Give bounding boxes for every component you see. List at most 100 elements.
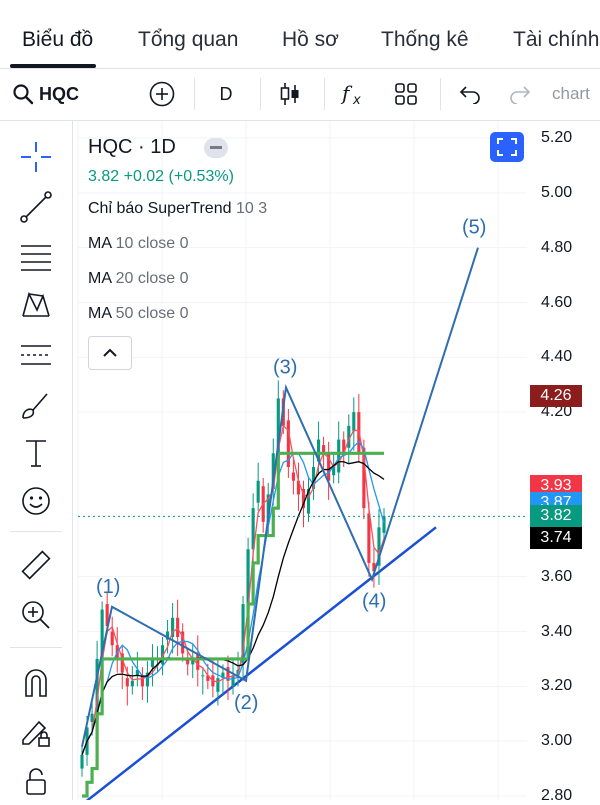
candle [362, 439, 366, 520]
price-label: 3.74 [530, 527, 582, 550]
candle [80, 746, 84, 777]
candle [317, 421, 321, 476]
chart-toolbar: HQC D fx chart [0, 68, 600, 121]
legend-price-line: 3.82 +0.02 (+0.53%) [88, 168, 234, 186]
svg-text:x: x [352, 93, 361, 107]
candle [85, 715, 89, 766]
wave-label: (3) [273, 356, 297, 378]
price-tick: 4.80 [541, 238, 573, 256]
indicator-name: MA [88, 270, 112, 287]
legend-indicator-ma20[interactable]: MA 20 close 0 [88, 270, 189, 288]
support-trendline [85, 526, 437, 800]
candle [322, 436, 326, 470]
projection-icon[interactable] [16, 335, 56, 375]
candle [110, 616, 114, 657]
grid-icon [395, 83, 417, 105]
candle [115, 627, 119, 673]
candle [90, 698, 94, 736]
symbol-search-button[interactable]: HQC [12, 78, 92, 110]
candle [271, 438, 275, 506]
candle [352, 397, 356, 451]
tab-statistics[interactable]: Thống kê [381, 28, 469, 52]
trend-line-icon[interactable] [16, 187, 56, 227]
lock-pencil-icon[interactable] [16, 713, 56, 753]
candle [281, 390, 285, 435]
interval-button[interactable]: D [210, 78, 242, 110]
indicator-name: MA [88, 305, 112, 322]
legend-indicator-supertrend[interactable]: Chỉ báo SuperTrend 10 3 [88, 200, 267, 218]
layouts-button[interactable] [390, 78, 422, 110]
candle [216, 660, 220, 706]
add-symbol-button[interactable] [146, 78, 178, 110]
candle [327, 441, 331, 500]
legend-indicator-ma10[interactable]: MA 10 close 0 [88, 235, 189, 253]
tab-overview[interactable]: Tổng quan [138, 28, 238, 52]
wave-label: (2) [234, 692, 258, 714]
brush-icon[interactable] [16, 385, 56, 425]
ruler-icon[interactable] [16, 545, 56, 585]
candle [291, 457, 295, 495]
indicator-params: 20 close 0 [115, 270, 189, 287]
legend-indicator-ma50[interactable]: MA 50 close 0 [88, 305, 189, 323]
chart-label[interactable]: chart [552, 78, 600, 110]
price-tick: 2.80 [541, 787, 573, 804]
candle [367, 502, 371, 577]
fx-icon: fx [340, 81, 361, 107]
undo-button[interactable] [454, 78, 486, 110]
redo-button[interactable] [504, 78, 536, 110]
pattern-icon[interactable] [16, 285, 56, 325]
crosshair-icon[interactable] [16, 137, 56, 177]
candle [337, 421, 341, 484]
price-tick: 5.20 [541, 129, 573, 146]
tab-finance[interactable]: Tài chính [513, 28, 599, 52]
indicator-name: Chỉ báo SuperTrend [88, 200, 232, 217]
chart-type-button[interactable] [274, 78, 306, 110]
candle [145, 661, 149, 703]
candle [196, 635, 200, 687]
candle [160, 636, 165, 676]
lock-icon[interactable] [16, 761, 56, 801]
candle [176, 599, 180, 657]
candle [155, 646, 160, 673]
candle [226, 655, 230, 701]
hide-legend-button[interactable] [204, 138, 228, 158]
candle [171, 602, 175, 654]
candle [231, 660, 235, 695]
wave-label: (1) [96, 576, 120, 598]
candle [251, 493, 255, 569]
price-axis[interactable]: 5.20 5.00 4.80 4.60 4.40 4.20 3.60 3.40 3.20 3.00… [527, 121, 600, 804]
candle [266, 482, 270, 536]
candle [342, 431, 346, 467]
candle [95, 640, 99, 736]
candle [181, 623, 185, 662]
candle [221, 664, 225, 695]
candle [256, 462, 260, 511]
candle [140, 667, 144, 701]
magnet-icon[interactable] [16, 663, 56, 703]
candle [206, 663, 210, 690]
candle [382, 508, 386, 542]
candle [261, 477, 265, 533]
candle [211, 660, 215, 698]
candle [301, 480, 306, 528]
fib-lines-icon[interactable] [16, 237, 56, 277]
zoom-in-icon[interactable] [16, 595, 56, 635]
candle [241, 595, 245, 679]
legend-title: HQC · 1D [88, 136, 176, 158]
indicators-button[interactable]: fx [338, 78, 370, 110]
price-label: 4.26 [530, 384, 582, 407]
price-tick: 3.20 [541, 677, 573, 695]
candle [166, 619, 170, 654]
emoji-icon[interactable] [16, 481, 56, 521]
fullscreen-button[interactable] [490, 132, 524, 162]
ma-line-1 [81, 440, 385, 756]
candle [186, 647, 190, 676]
price-tick: 3.00 [541, 732, 573, 750]
collapse-legend-button[interactable] [88, 336, 132, 370]
candle [120, 645, 124, 690]
text-icon[interactable] [16, 433, 56, 473]
tab-chart[interactable]: Biểu đồ [22, 28, 93, 52]
tab-profile[interactable]: Hồ sơ [282, 28, 339, 52]
candle [201, 667, 205, 695]
price-tick: 5.00 [541, 183, 573, 201]
